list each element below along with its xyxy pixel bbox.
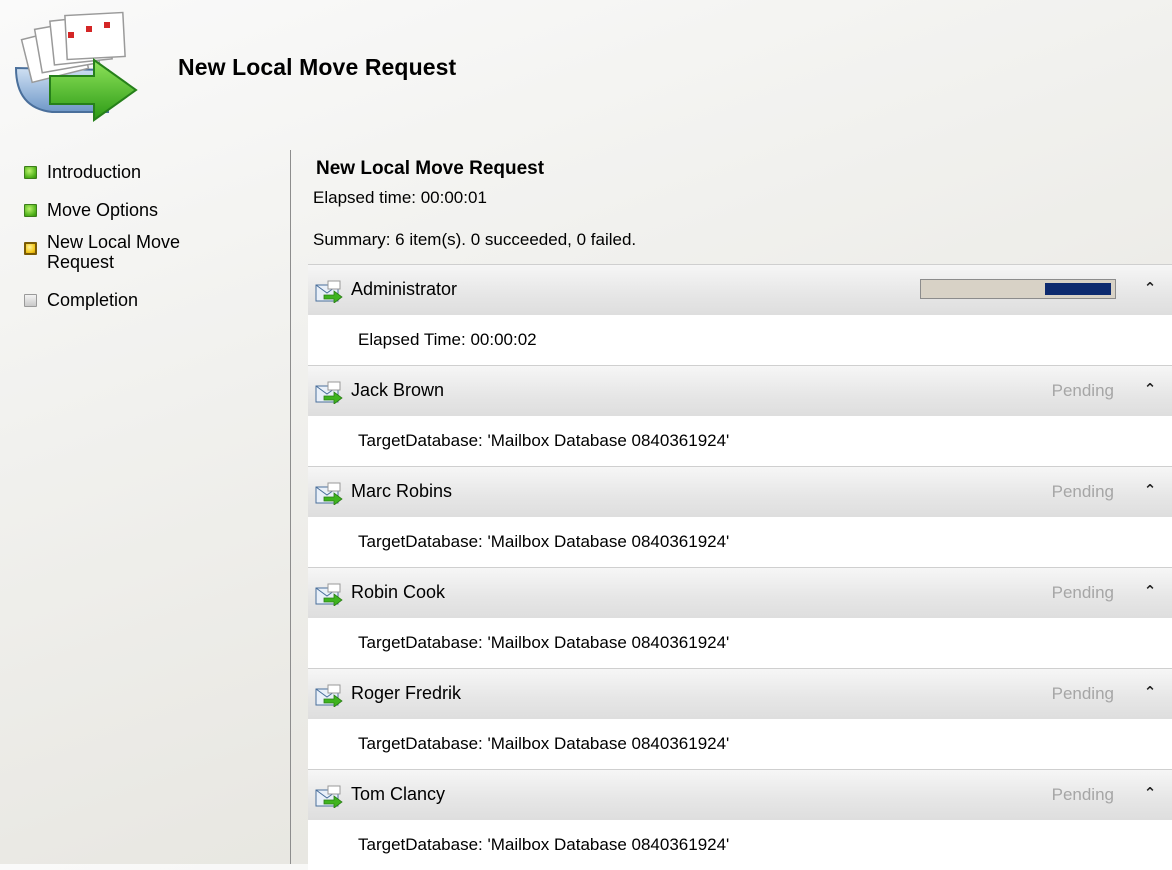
step-complete-icon	[24, 204, 37, 217]
wizard-header: New Local Move Request	[0, 0, 1172, 140]
elapsed-time: Elapsed time: 00:00:01	[313, 188, 487, 207]
item-name: Robin Cook	[351, 582, 446, 602]
item-header[interactable]: Robin Cook Pending ⌃	[308, 567, 1172, 618]
step-label: Completion	[47, 290, 139, 310]
item-name: Marc Robins	[351, 481, 453, 501]
item-name: Tom Clancy	[351, 784, 446, 804]
wizard-steps: Introduction Move Options New Local Move…	[24, 162, 284, 328]
item-body: Elapsed Time: 00:00:02	[308, 315, 1172, 365]
summary-text: Summary: 6 item(s). 0 succeeded, 0 faile…	[313, 230, 637, 249]
status-text: Pending	[1051, 583, 1114, 602]
step-current-icon	[24, 242, 37, 255]
move-mailbox-logo-icon	[12, 10, 148, 128]
item-name: Roger Fredrik	[351, 683, 462, 703]
progress-fill	[1045, 283, 1111, 295]
step-completion[interactable]: Completion	[24, 290, 284, 310]
list-item: Robin Cook Pending ⌃ TargetDatabase: 'Ma…	[308, 567, 1172, 668]
mailbox-move-icon	[315, 381, 343, 404]
collapse-icon[interactable]: ⌃	[1140, 784, 1160, 804]
item-header[interactable]: Administrator ⌃	[308, 264, 1172, 315]
progress-pane: New Local Move Request Elapsed time: 00:…	[296, 150, 1172, 870]
wizard-title: New Local Move Request	[178, 54, 457, 80]
item-detail: TargetDatabase: 'Mailbox Database 084036…	[358, 835, 730, 854]
collapse-icon[interactable]: ⌃	[1140, 481, 1160, 501]
step-label: Move Options	[47, 200, 159, 220]
list-item: Jack Brown Pending ⌃ TargetDatabase: 'Ma…	[308, 365, 1172, 466]
item-detail: TargetDatabase: 'Mailbox Database 084036…	[358, 431, 730, 450]
item-body: TargetDatabase: 'Mailbox Database 084036…	[308, 618, 1172, 668]
item-header[interactable]: Marc Robins Pending ⌃	[308, 466, 1172, 517]
collapse-icon[interactable]: ⌃	[1140, 380, 1160, 400]
item-name: Administrator	[351, 279, 458, 299]
item-body: TargetDatabase: 'Mailbox Database 084036…	[308, 820, 1172, 870]
mailbox-move-icon	[315, 280, 343, 303]
move-item-list: Administrator ⌃ Elapsed Time: 00:00:02 J…	[308, 264, 1172, 870]
status-text: Pending	[1051, 785, 1114, 804]
mailbox-move-icon	[315, 684, 343, 707]
item-header[interactable]: Jack Brown Pending ⌃	[308, 365, 1172, 416]
step-new-local-move-request[interactable]: New Local Move Request	[24, 232, 284, 272]
progress-bar	[920, 279, 1116, 299]
page-title: New Local Move Request	[316, 158, 545, 179]
list-item: Administrator ⌃ Elapsed Time: 00:00:02	[308, 264, 1172, 365]
status-text: Pending	[1051, 482, 1114, 501]
list-item: Tom Clancy Pending ⌃ TargetDatabase: 'Ma…	[308, 769, 1172, 870]
step-introduction[interactable]: Introduction	[24, 162, 284, 182]
list-item: Roger Fredrik Pending ⌃ TargetDatabase: …	[308, 668, 1172, 769]
item-name: Jack Brown	[351, 380, 445, 400]
item-body: TargetDatabase: 'Mailbox Database 084036…	[308, 416, 1172, 466]
list-item: Marc Robins Pending ⌃ TargetDatabase: 'M…	[308, 466, 1172, 567]
step-label: New Local Move Request	[47, 232, 181, 272]
mailbox-move-icon	[315, 482, 343, 505]
step-complete-icon	[24, 166, 37, 179]
pane-divider	[290, 150, 291, 864]
mailbox-move-icon	[315, 785, 343, 808]
step-move-options[interactable]: Move Options	[24, 200, 284, 220]
collapse-icon[interactable]: ⌃	[1140, 279, 1160, 299]
item-header[interactable]: Tom Clancy Pending ⌃	[308, 769, 1172, 820]
status-text: Pending	[1051, 381, 1114, 400]
step-pending-icon	[24, 294, 37, 307]
collapse-icon[interactable]: ⌃	[1140, 582, 1160, 602]
item-detail: TargetDatabase: 'Mailbox Database 084036…	[358, 734, 730, 753]
status-text: Pending	[1051, 684, 1114, 703]
item-detail: Elapsed Time: 00:00:02	[358, 330, 537, 349]
item-body: TargetDatabase: 'Mailbox Database 084036…	[308, 517, 1172, 567]
item-body: TargetDatabase: 'Mailbox Database 084036…	[308, 719, 1172, 769]
item-detail: TargetDatabase: 'Mailbox Database 084036…	[358, 532, 730, 551]
step-label: Introduction	[47, 162, 142, 182]
collapse-icon[interactable]: ⌃	[1140, 683, 1160, 703]
item-header[interactable]: Roger Fredrik Pending ⌃	[308, 668, 1172, 719]
mailbox-move-icon	[315, 583, 343, 606]
item-detail: TargetDatabase: 'Mailbox Database 084036…	[358, 633, 730, 652]
